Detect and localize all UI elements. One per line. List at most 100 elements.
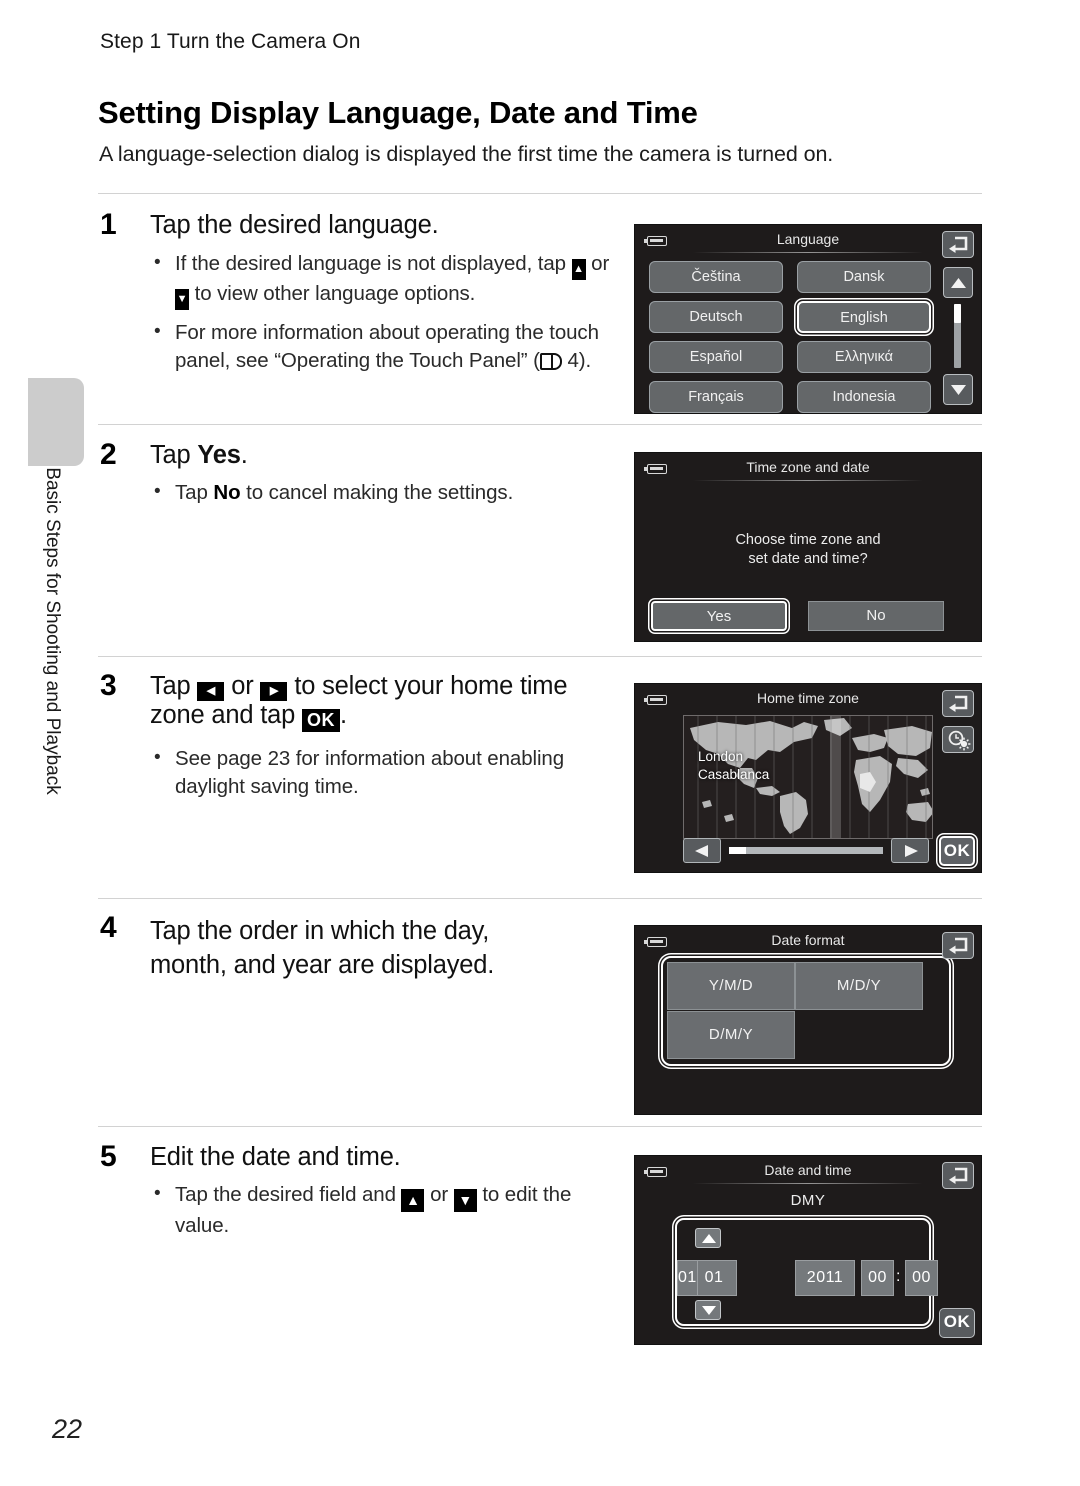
language-scrollbar[interactable] bbox=[943, 267, 973, 405]
language-option-espanol[interactable]: Español bbox=[649, 341, 783, 373]
step-3-bullets: See page 23 for information about enabli… bbox=[148, 744, 618, 810]
divider bbox=[693, 252, 923, 253]
scrollbar-thumb[interactable] bbox=[954, 304, 961, 323]
step-3-title: Tap ◀ or ▶ to select your home time zone… bbox=[150, 672, 620, 732]
step-title-text: or bbox=[224, 672, 261, 700]
language-option-indonesia[interactable]: Indonesia bbox=[797, 381, 931, 413]
date-format-option-mdy[interactable]: M/D/Y bbox=[795, 962, 923, 1010]
language-option-ellinika[interactable]: Ελληνικά bbox=[797, 341, 931, 373]
timezone-city-2: Casablanca bbox=[698, 767, 770, 782]
step-1-number: 1 bbox=[100, 208, 117, 241]
timezone-slider[interactable] bbox=[683, 838, 929, 863]
back-button[interactable] bbox=[942, 932, 974, 959]
divider bbox=[693, 953, 923, 954]
bullet-text: or bbox=[585, 252, 610, 275]
back-button[interactable] bbox=[942, 231, 974, 258]
decrement-button[interactable] bbox=[695, 1300, 721, 1320]
daylight-saving-icon bbox=[948, 730, 971, 751]
date-format-option-dmy[interactable]: D/M/Y bbox=[667, 1011, 795, 1059]
next-timezone-button[interactable] bbox=[891, 838, 929, 863]
increment-arrow-icon bbox=[702, 1234, 716, 1243]
back-button[interactable] bbox=[942, 690, 974, 717]
bullet-emphasis: No bbox=[213, 481, 241, 504]
world-map[interactable]: London Casablanca bbox=[683, 715, 933, 839]
decrement-arrow-icon: ▼ bbox=[453, 1189, 477, 1212]
year-field[interactable]: 2011 bbox=[795, 1260, 855, 1296]
divider bbox=[98, 898, 982, 899]
screen-title: Date format bbox=[771, 932, 845, 948]
divider bbox=[98, 193, 982, 194]
list-item: Tap the desired field and ▲ or ▼ to edit… bbox=[148, 1180, 618, 1240]
language-option-cestina[interactable]: Čeština bbox=[649, 261, 783, 293]
running-header: Step 1 Turn the Camera On bbox=[100, 30, 361, 53]
page-number: 22 bbox=[52, 1414, 83, 1444]
bullet-text: to view other language options. bbox=[189, 282, 476, 305]
step-title-text: Tap bbox=[150, 441, 198, 469]
step-title-text: . bbox=[339, 701, 347, 729]
back-arrow-icon bbox=[949, 236, 968, 253]
scroll-up-button[interactable] bbox=[943, 267, 973, 298]
divider bbox=[98, 656, 982, 657]
language-option-dansk[interactable]: Dansk bbox=[797, 261, 931, 293]
yes-button[interactable]: Yes bbox=[651, 601, 787, 631]
confirm-message: Choose time zone and set date and time? bbox=[635, 531, 981, 569]
slider-thumb[interactable] bbox=[729, 847, 746, 854]
back-button[interactable] bbox=[942, 1162, 974, 1189]
month-field[interactable]: 01 bbox=[677, 1260, 698, 1296]
list-item: If the desired language is not displayed… bbox=[148, 249, 618, 310]
back-arrow-icon bbox=[949, 1167, 968, 1184]
date-format-option-ymd[interactable]: Y/M/D bbox=[667, 962, 795, 1010]
scroll-up-icon bbox=[951, 278, 966, 288]
minute-field[interactable]: 00 bbox=[905, 1260, 938, 1296]
ok-button[interactable]: OK bbox=[939, 836, 975, 866]
list-item: See page 23 for information about enabli… bbox=[148, 744, 618, 801]
step-3-number: 3 bbox=[100, 669, 117, 702]
language-option-deutsch[interactable]: Deutsch bbox=[649, 301, 783, 333]
scroll-down-icon bbox=[951, 385, 966, 395]
step-4-title: Tap the order in which the day, month, a… bbox=[150, 917, 495, 979]
bullet-text: Tap bbox=[175, 481, 214, 504]
back-arrow-icon bbox=[949, 937, 968, 954]
step-5-title: Edit the date and time. bbox=[150, 1143, 401, 1171]
chapter-tab-label: Basic Steps for Shooting and Playback bbox=[42, 467, 63, 795]
scroll-up-icon: ▲ bbox=[571, 259, 586, 280]
date-format-label: DMY bbox=[790, 1192, 826, 1209]
ok-button[interactable]: OK bbox=[939, 1308, 975, 1338]
time-separator: : bbox=[896, 1268, 901, 1285]
bullet-text: 4). bbox=[561, 349, 592, 372]
screen-date-and-time: Date and time DMY 01 01 2011 00 : 00 OK bbox=[634, 1155, 982, 1345]
step-4-number: 4 bbox=[100, 911, 117, 944]
screen-title: Date and time bbox=[764, 1162, 852, 1178]
divider bbox=[693, 1183, 923, 1184]
confirm-message-line1: Choose time zone and bbox=[735, 532, 881, 548]
language-option-english[interactable]: English bbox=[797, 301, 931, 333]
daylight-saving-button[interactable] bbox=[942, 726, 974, 753]
no-button[interactable]: No bbox=[808, 601, 944, 631]
day-field[interactable]: 01 bbox=[691, 1260, 737, 1296]
divider bbox=[98, 424, 982, 425]
previous-timezone-button[interactable] bbox=[683, 838, 721, 863]
screen-home-time-zone: Home time zone London Casablanca OK bbox=[634, 683, 982, 873]
screen-language: Language Čeština Dansk Deutsch English E… bbox=[634, 224, 982, 414]
selected-timezone-band bbox=[830, 716, 841, 838]
confirm-message-line2: set date and time? bbox=[748, 551, 868, 567]
slider-track[interactable] bbox=[729, 847, 883, 854]
bullet-text: or bbox=[424, 1183, 454, 1206]
chapter-tab bbox=[28, 378, 84, 466]
increment-button[interactable] bbox=[695, 1228, 721, 1248]
scrollbar-track[interactable] bbox=[954, 304, 961, 368]
ok-icon: OK bbox=[301, 709, 340, 732]
language-option-francais[interactable]: Français bbox=[649, 381, 783, 413]
step-title-text: . bbox=[240, 441, 248, 469]
section-intro: A language-selection dialog is displayed… bbox=[99, 142, 834, 166]
step-2-title: Tap Yes. bbox=[150, 441, 248, 470]
left-arrow-icon: ◀ bbox=[197, 682, 225, 701]
hour-field[interactable]: 00 bbox=[861, 1260, 894, 1296]
back-arrow-icon bbox=[949, 695, 968, 712]
step-title-emphasis: Yes bbox=[197, 441, 241, 469]
right-arrow-icon: ▶ bbox=[260, 682, 288, 701]
decrement-arrow-icon bbox=[702, 1306, 716, 1315]
scroll-down-icon: ▼ bbox=[175, 289, 189, 310]
scroll-down-button[interactable] bbox=[943, 374, 973, 405]
step-1-bullets: If the desired language is not displayed… bbox=[148, 249, 618, 384]
